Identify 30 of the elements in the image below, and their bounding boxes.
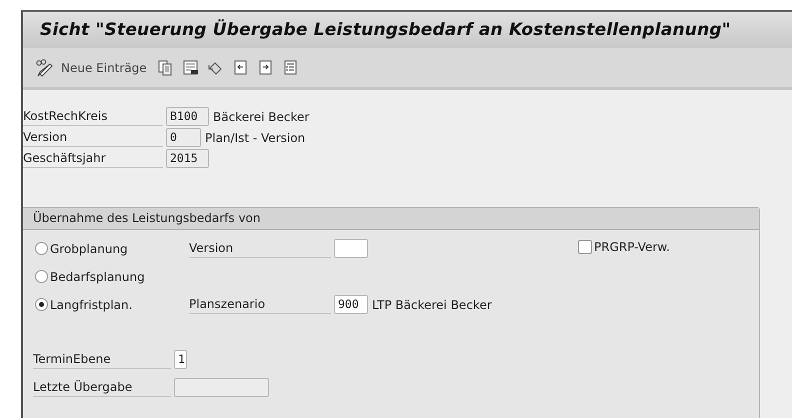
radio-label: Grobplanung xyxy=(50,242,128,256)
pencil-glasses-icon[interactable] xyxy=(35,58,53,76)
input-field[interactable]: 900 xyxy=(334,295,368,314)
form-icon[interactable] xyxy=(182,59,199,76)
radio-button[interactable] xyxy=(35,270,48,283)
checkbox-label: PRGRP-Verw. xyxy=(594,240,670,254)
radio-label: Bedarfsplanung xyxy=(50,270,145,284)
input-field[interactable] xyxy=(334,239,368,258)
radio-label: Langfristplan. xyxy=(50,298,132,312)
field-label: TerminEbene xyxy=(33,350,171,369)
previous-page-icon[interactable] xyxy=(232,59,249,76)
field-label: Planszenario xyxy=(189,295,331,314)
field-label: Letzte Übergabe xyxy=(33,378,171,397)
checkbox[interactable] xyxy=(578,240,592,254)
group-title: Übernahme des Leistungsbedarfs von xyxy=(23,208,759,230)
field-label: Version xyxy=(23,128,163,147)
input-field[interactable]: 1 xyxy=(174,350,187,369)
next-page-icon[interactable] xyxy=(256,59,274,76)
field-description: LTP Bäckerei Becker xyxy=(372,298,492,312)
field-label: KostRechKreis xyxy=(23,107,163,126)
list-icon[interactable] xyxy=(282,59,299,76)
field-description: Bäckerei Becker xyxy=(213,110,310,124)
new-entries-button[interactable]: Neue Einträge xyxy=(35,58,149,76)
field-label: Version xyxy=(189,239,331,258)
copy-icon[interactable] xyxy=(156,59,174,76)
radio-button[interactable] xyxy=(35,242,48,255)
field-description: Plan/Ist - Version xyxy=(205,130,306,144)
window-title: Sicht "Steuerung Übergabe Leistungsbedarf an Kostenstellenplanung" xyxy=(40,20,731,40)
field-label: Geschäftsjahr xyxy=(23,149,163,168)
radio-button[interactable] xyxy=(35,298,48,311)
